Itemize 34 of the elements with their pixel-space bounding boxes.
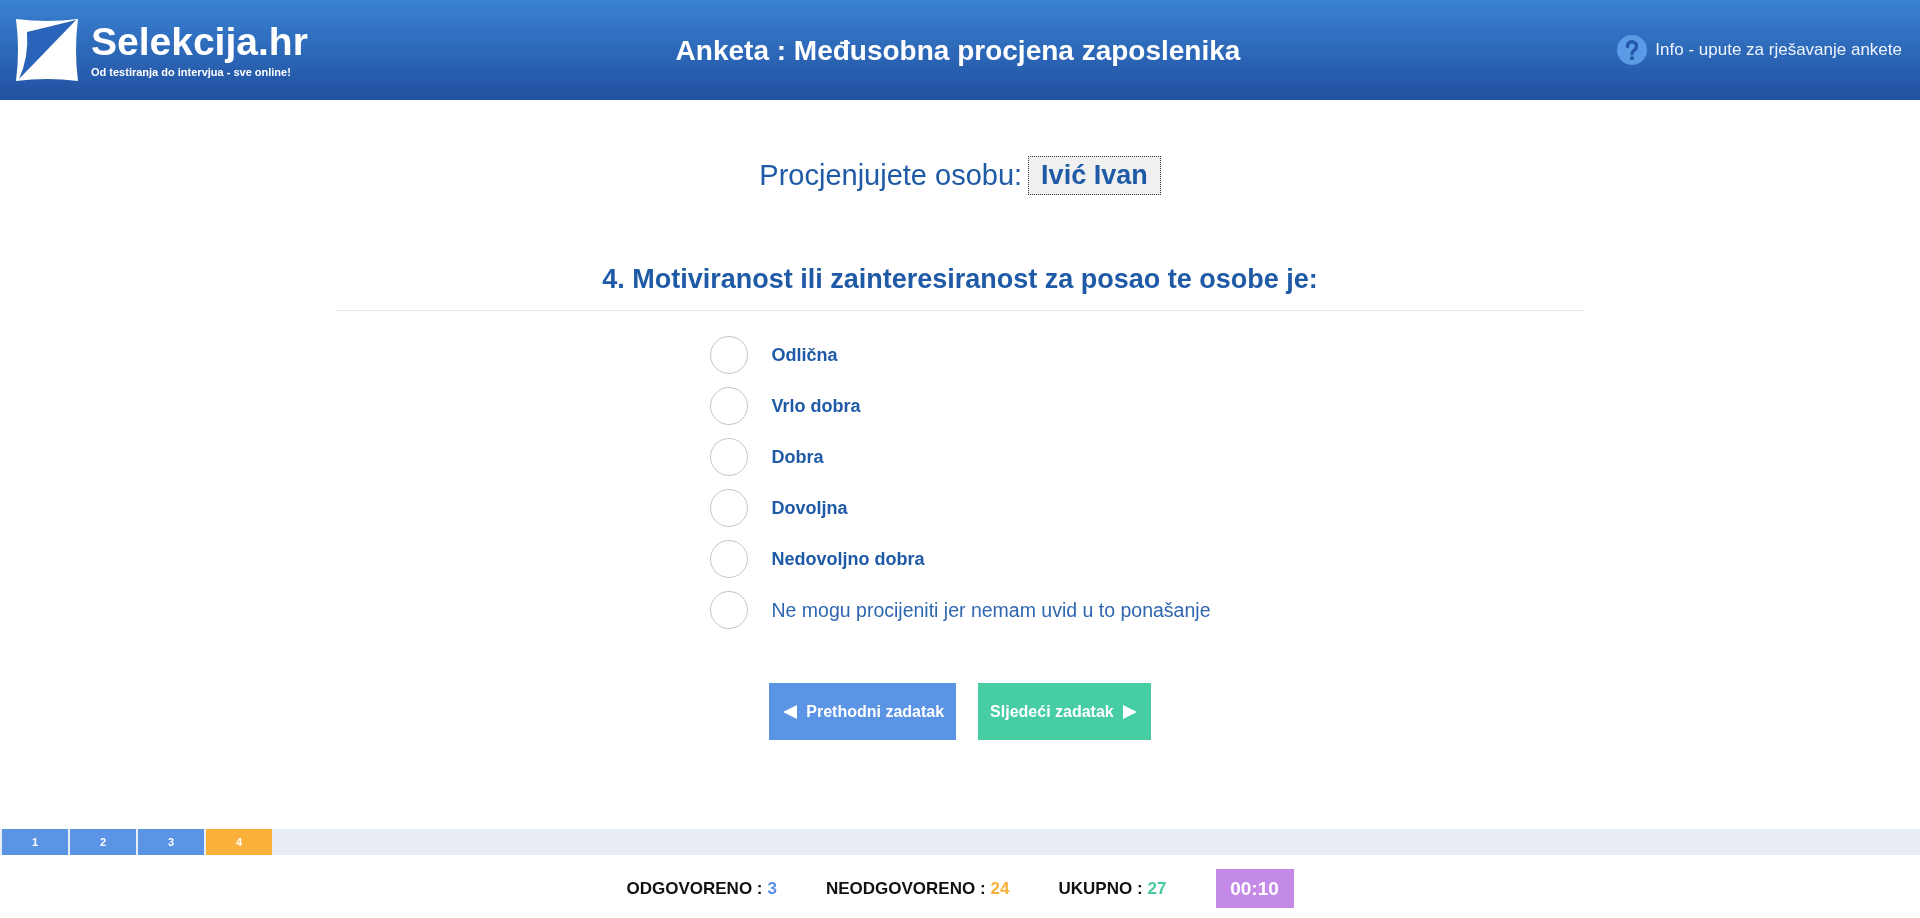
stat-label: ODGOVORENO : bbox=[626, 878, 763, 899]
logo-icon bbox=[14, 17, 80, 83]
option-label[interactable]: Nedovoljno dobra bbox=[771, 548, 925, 570]
radio-button[interactable] bbox=[709, 591, 748, 629]
triangle-right-icon bbox=[1122, 704, 1137, 719]
option-label[interactable]: Odlična bbox=[771, 344, 838, 366]
info-link[interactable]: Info - upute za rješavanje ankete bbox=[1655, 40, 1902, 60]
stat-value: 27 bbox=[1147, 878, 1167, 899]
option-label[interactable]: Vrlo dobra bbox=[771, 395, 861, 417]
option-label[interactable]: Dovoljna bbox=[771, 497, 848, 519]
previous-button[interactable]: Prethodni zadatak bbox=[769, 683, 957, 740]
option-label[interactable]: Dobra bbox=[771, 446, 824, 468]
question-step[interactable]: 3 bbox=[138, 829, 204, 855]
survey-title: Anketa : Međusobna procjena zaposlenika bbox=[675, 34, 1241, 68]
radio-button[interactable] bbox=[709, 438, 748, 476]
question-title: 4. Motiviranost ili zainteresiranost za posao te osobe je: bbox=[602, 264, 1318, 294]
assessed-person-label: Procjenjujete osobu: bbox=[759, 159, 1023, 192]
stat-label: NEODGOVORENO : bbox=[825, 878, 986, 899]
stat-label: UKUPNO : bbox=[1058, 878, 1143, 899]
brand-tagline: Od testiranja do intervjua - sve online! bbox=[91, 64, 292, 79]
option-label[interactable]: Ne mogu procijeniti jer nemam uvid u to ponašanje bbox=[771, 599, 1211, 621]
assessed-person-name: Ivić Ivan bbox=[1028, 156, 1161, 195]
radio-button[interactable] bbox=[709, 387, 748, 425]
radio-button[interactable] bbox=[709, 540, 748, 578]
timer: 00:10 bbox=[1215, 869, 1294, 908]
radio-button[interactable] bbox=[709, 336, 748, 374]
question-step[interactable]: 1 bbox=[2, 829, 68, 855]
stat-value: 3 bbox=[767, 878, 777, 899]
stat-value: 24 bbox=[990, 878, 1010, 899]
triangle-left-icon bbox=[783, 704, 798, 719]
radio-button[interactable] bbox=[709, 489, 748, 527]
help-icon[interactable] bbox=[1617, 35, 1648, 65]
question-step[interactable]: 2 bbox=[70, 829, 136, 855]
brand-name: Selekcija.hr bbox=[91, 21, 308, 62]
